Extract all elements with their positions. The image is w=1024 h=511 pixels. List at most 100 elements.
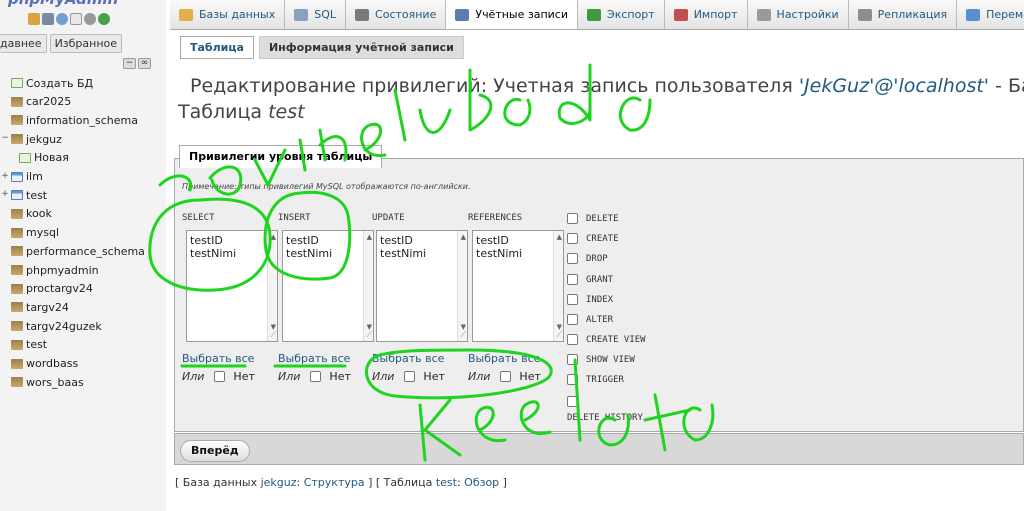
tree-item[interactable]: information_schema <box>0 111 138 129</box>
privilege-checkbox-row[interactable]: CREATE <box>567 233 619 244</box>
none-checkbox[interactable] <box>214 371 226 382</box>
crumb-table-link[interactable]: test <box>436 476 457 489</box>
tree-item[interactable]: proctargv24 <box>0 280 93 298</box>
column-select-list[interactable]: testID testNimi ▲ ▼ ⟋ <box>282 230 374 342</box>
tab-top-7[interactable]: Репликация <box>849 0 958 29</box>
privilege-checkbox[interactable] <box>567 213 578 224</box>
tab-top-2[interactable]: Состояние <box>346 0 447 29</box>
tab-recent[interactable]: давнее <box>0 34 47 53</box>
scroll-up-icon[interactable]: ▲ <box>461 233 466 241</box>
scroll-up-icon[interactable]: ▲ <box>271 233 276 241</box>
scroll-up-icon[interactable]: ▲ <box>557 233 562 241</box>
privilege-checkbox-row[interactable]: DELETE <box>567 213 619 224</box>
crumb-db-link[interactable]: jekguz <box>261 476 297 489</box>
tab-top-6[interactable]: Настройки <box>748 0 849 29</box>
tab-top-8[interactable]: Переменные <box>957 0 1024 29</box>
tree-item[interactable]: + test <box>0 186 47 204</box>
link-with-main-button[interactable]: ∞ <box>138 58 151 69</box>
tab-top-5[interactable]: Импорт <box>665 0 748 29</box>
expand-icon[interactable]: + <box>0 190 10 200</box>
expand-icon[interactable]: + <box>0 171 10 182</box>
privilege-checkbox-row[interactable]: INDEX <box>567 294 613 305</box>
column-option[interactable]: testID <box>187 234 277 247</box>
tab-top-3[interactable]: Учётные записи <box>446 0 579 29</box>
reload-icon[interactable] <box>98 13 110 25</box>
privilege-checkbox[interactable] <box>567 314 578 325</box>
privilege-checkbox[interactable] <box>567 233 578 244</box>
none-checkbox[interactable] <box>500 371 512 382</box>
column-option[interactable]: testNimi <box>473 247 563 260</box>
tree-item[interactable]: − jekguz <box>0 130 62 148</box>
privilege-label: GRANT <box>586 274 614 285</box>
privilege-checkbox-row[interactable]: SHOW VIEW <box>567 354 635 365</box>
privilege-checkbox[interactable] <box>567 253 578 264</box>
privilege-checkbox-row[interactable]: GRANT <box>567 274 613 285</box>
privilege-checkbox[interactable] <box>567 274 578 285</box>
resize-grip-icon[interactable]: ⟋ <box>270 330 276 340</box>
scroll-up-icon[interactable]: ▲ <box>367 233 372 241</box>
none-checkbox[interactable] <box>310 371 322 382</box>
help-icon[interactable] <box>56 13 68 25</box>
tree-item[interactable]: wors_baas <box>0 373 84 391</box>
go-button[interactable]: Вперёд <box>180 440 250 462</box>
column-option[interactable]: testID <box>377 234 467 247</box>
privilege-checkbox-row[interactable]: TRIGGER <box>567 374 624 385</box>
select-all-link[interactable]: Выбрать все <box>468 352 540 365</box>
logo[interactable]: phpMyAdmin <box>0 0 166 8</box>
tab-top-4[interactable]: Экспорт <box>578 0 665 29</box>
column-select-list[interactable]: testID testNimi ▲ ▼ ⟋ <box>472 230 564 342</box>
collapse-icon[interactable]: − <box>0 134 10 144</box>
select-all-link[interactable]: Выбрать все <box>182 352 254 365</box>
tree-item[interactable]: kook <box>0 205 52 223</box>
tree-item[interactable]: test <box>0 336 47 354</box>
tree-item[interactable]: mysql <box>0 224 59 242</box>
tree-item[interactable]: Новая <box>8 149 69 167</box>
column-option[interactable]: testNimi <box>283 247 373 260</box>
column-select-list[interactable]: testID testNimi ▲ ▼ ⟋ <box>186 230 278 342</box>
tree-item[interactable]: car2025 <box>0 93 71 111</box>
privilege-checkbox-row[interactable]: DROP <box>567 253 608 264</box>
column-option[interactable]: testID <box>283 234 373 247</box>
collapse-all-button[interactable]: − <box>123 58 136 69</box>
privilege-checkbox[interactable] <box>567 334 578 345</box>
privilege-checkbox-row[interactable]: DELETE HISTORY <box>567 396 643 423</box>
tab-top-0[interactable]: Базы данных <box>170 0 286 29</box>
privilege-checkbox-row[interactable]: CREATE VIEW <box>567 334 646 345</box>
server-icon[interactable] <box>42 13 54 25</box>
tab-account-info[interactable]: Информация учётной записи <box>258 36 464 59</box>
tab-table[interactable]: Таблица <box>180 36 254 59</box>
privilege-checkbox[interactable] <box>567 354 578 365</box>
select-all-link[interactable]: Выбрать все <box>372 352 444 365</box>
none-checkbox[interactable] <box>404 371 416 382</box>
resize-grip-icon[interactable]: ⟋ <box>556 330 562 340</box>
select-all-link[interactable]: Выбрать все <box>278 352 350 365</box>
column-option[interactable]: testNimi <box>377 247 467 260</box>
privilege-checkbox[interactable] <box>567 374 578 385</box>
resize-grip-icon[interactable]: ⟋ <box>366 330 372 340</box>
crumb-structure-link[interactable]: Структура <box>304 476 365 489</box>
column-select-list[interactable]: testID testNimi ▲ ▼ ⟋ <box>376 230 468 342</box>
resize-grip-icon[interactable]: ⟋ <box>460 330 466 340</box>
tree-item[interactable]: targv24guzek <box>0 317 102 335</box>
privilege-checkbox[interactable] <box>567 294 578 305</box>
crumb-browse-link[interactable]: Обзор <box>464 476 499 489</box>
tree-item[interactable]: performance_schema <box>0 242 145 260</box>
column-option[interactable]: testID <box>473 234 563 247</box>
tree-item[interactable]: Создать БД <box>0 74 93 92</box>
phpmyadmin-window: phpMyAdmin давнее Избранное − ∞ Создать … <box>0 0 1024 511</box>
tab-top-1[interactable]: SQL <box>285 0 347 29</box>
privilege-checkbox[interactable] <box>567 396 578 407</box>
column-option[interactable]: testNimi <box>187 247 277 260</box>
docs-icon[interactable] <box>70 13 82 25</box>
privilege-checkbox-row[interactable]: ALTER <box>567 314 613 325</box>
gear-icon[interactable] <box>84 13 96 25</box>
tree-item[interactable]: targv24 <box>0 298 69 316</box>
database-icon <box>11 321 23 332</box>
home-icon[interactable] <box>28 13 40 25</box>
database-icon <box>11 302 23 313</box>
tree-item[interactable]: wordbass <box>0 355 78 373</box>
tree-item[interactable]: phpmyadmin <box>0 261 99 279</box>
tab-favorites[interactable]: Избранное <box>49 34 123 53</box>
tree-item[interactable]: + ilm <box>0 168 43 186</box>
tab-top-label: SQL <box>314 8 337 21</box>
